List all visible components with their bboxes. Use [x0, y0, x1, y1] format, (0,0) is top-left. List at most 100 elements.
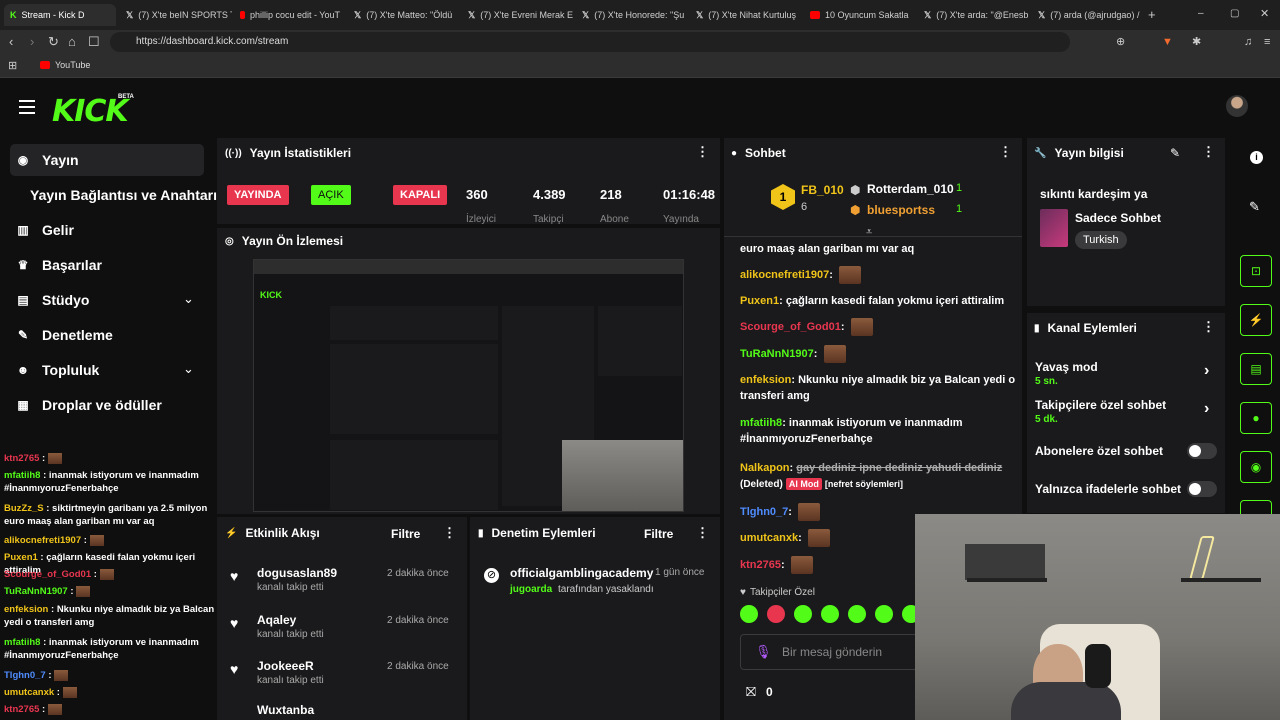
preview-activity — [330, 440, 498, 510]
emote-only-toggle[interactable] — [1187, 481, 1217, 497]
category-name[interactable]: Sadece Sohbet — [1075, 211, 1161, 225]
clip-button[interactable]: ⊡ — [1240, 255, 1272, 287]
chevron-down-icon[interactable]: ⌄ — [183, 291, 194, 307]
hamburger-menu-icon[interactable] — [19, 100, 35, 114]
followers-only-label[interactable]: Takipçilere özel sohbet — [1035, 398, 1166, 412]
mic-icon[interactable]: 🎙 — [755, 644, 772, 660]
zoom-icon[interactable]: ⊕ — [1116, 34, 1125, 50]
extensions-icon[interactable]: ✱ — [1192, 34, 1201, 50]
tab-youtube-1[interactable]: phillip cocu edit - YouT — [234, 4, 346, 26]
activity-menu-icon[interactable]: ⋮ — [443, 526, 456, 539]
back-icon[interactable]: ‹ — [9, 34, 13, 50]
open-badge[interactable]: AÇIK — [311, 185, 351, 205]
chat-username[interactable]: Puxen1 — [740, 295, 779, 307]
close-window-icon[interactable]: ✕ — [1260, 7, 1269, 20]
gift-box-icon[interactable]: ⛝ — [746, 684, 756, 700]
emote-button[interactable] — [740, 605, 758, 623]
edit-icon[interactable]: ✎ — [1170, 146, 1180, 160]
emote-button[interactable] — [875, 605, 893, 623]
pencil-icon[interactable]: ✎ — [1249, 199, 1260, 215]
chevron-right-icon[interactable]: › — [1204, 400, 1209, 418]
reload-icon[interactable]: ↻ — [48, 34, 59, 50]
chat-username[interactable]: enfeksion — [740, 374, 791, 386]
sidebar-item-basarilar[interactable]: ♛ Başarılar — [16, 257, 102, 273]
chevron-down-icon[interactable]: ⌄ — [183, 361, 194, 377]
kick-logo[interactable]: KICK — [52, 94, 129, 129]
chat-username[interactable]: mfatiih8 — [740, 417, 782, 429]
stats-menu-icon[interactable]: ⋮ — [696, 145, 709, 158]
tab-x-7[interactable]: 𝕏 (7) arda (@ajrudgao) / — [1032, 4, 1144, 26]
sidebar-item-gelir[interactable]: ▥ Gelir — [16, 222, 74, 238]
minimize-icon[interactable]: – — [1198, 8, 1204, 19]
chat-username[interactable]: Nalkapon — [740, 462, 790, 474]
subs-only-toggle[interactable] — [1187, 443, 1217, 459]
chat-username[interactable]: Scourge_of_God01 — [740, 321, 841, 333]
maximize-icon[interactable]: ▢ — [1230, 8, 1239, 19]
sidebar-item-studyo[interactable]: ▤ Stüdyo — [16, 292, 89, 308]
category-thumbnail[interactable] — [1040, 209, 1068, 247]
channel-actions-menu-icon[interactable]: ⋮ — [1202, 320, 1215, 333]
menu-icon[interactable]: ≡ — [1264, 34, 1270, 50]
moderation-filter-button[interactable]: Filtre — [644, 527, 673, 541]
sidebar-item-yayin[interactable]: ◉ Yayın — [16, 152, 79, 168]
tab-x-2[interactable]: 𝕏 (7) X'te Matteo: "Öldü — [348, 4, 460, 26]
emote — [807, 529, 830, 547]
closed-badge[interactable]: KAPALI — [393, 185, 448, 205]
new-tab-button[interactable]: + — [1148, 7, 1156, 22]
chat-username[interactable]: TuRaNnN1907 — [740, 348, 814, 360]
activity-user[interactable]: Aqaley — [257, 613, 296, 627]
sidebar-item-stream-key[interactable]: Yayın Bağlantısı ve Anahtarı — [30, 187, 217, 203]
emote-button[interactable] — [767, 605, 785, 623]
tab-kick-stream[interactable]: K Stream - Kick D — [4, 4, 116, 26]
bolt-button[interactable]: ⚡ — [1240, 304, 1272, 336]
apps-icon[interactable]: ⊞ — [8, 59, 17, 72]
activity-user[interactable]: dogusaslan89 — [257, 566, 337, 580]
brave-shield-icon[interactable]: ▼ — [1162, 34, 1173, 50]
camera-button[interactable] — [1240, 500, 1272, 514]
user-avatar[interactable] — [1226, 95, 1248, 117]
activity-user[interactable]: Wuxtanba — [257, 704, 314, 714]
emote-button[interactable] — [821, 605, 839, 623]
x-icon: 𝕏 — [582, 9, 590, 20]
notes-button[interactable]: ▤ — [1240, 353, 1272, 385]
forward-icon[interactable]: › — [30, 34, 34, 50]
tab-youtube-2[interactable]: 10 Oyuncum Sakatla — [804, 4, 916, 26]
tab-x-5[interactable]: 𝕏 (7) X'te Nihat Kurtuluş — [690, 4, 802, 26]
tab-x-3[interactable]: 𝕏 (7) X'te Evreni Merak E — [462, 4, 574, 26]
activity-user[interactable]: JookeeeR — [257, 659, 314, 673]
moderation-user[interactable]: officialgamblingacademy — [510, 566, 653, 580]
sidebar-item-topluluk[interactable]: ☻ Topluluk — [16, 362, 100, 378]
tab-x-1[interactable]: 𝕏 (7) X'te beIN SPORTS T — [120, 4, 232, 26]
sidebar-item-droplar[interactable]: ▦ Droplar ve ödüller — [16, 397, 161, 413]
pin-chevron-icon[interactable]: ⩡ — [866, 226, 872, 239]
top-gifter-3[interactable]: bluesportss — [867, 203, 935, 217]
slow-mode-label[interactable]: Yavaş mod — [1035, 360, 1098, 374]
chat-menu-icon[interactable]: ⋮ — [999, 145, 1012, 158]
tab-x-6[interactable]: 𝕏 (7) X'te arda: "@Enesb — [918, 4, 1030, 26]
top-gifter-2[interactable]: Rotterdam_010 — [867, 182, 954, 196]
activity-item-clipped: Wuxtanba — [230, 704, 460, 714]
activity-filter-button[interactable]: Filtre — [391, 527, 420, 541]
home-icon[interactable]: ⌂ — [68, 34, 76, 50]
media-icon[interactable]: ♫ — [1244, 34, 1252, 50]
chat-username[interactable]: umutcanxk — [740, 532, 798, 544]
chat-username[interactable]: Tlghn0_7 — [740, 506, 788, 518]
top-gifter-1[interactable]: FB_010 — [801, 183, 844, 197]
chevron-right-icon[interactable]: › — [1204, 362, 1209, 380]
chat-button[interactable]: ● — [1240, 402, 1272, 434]
bookmark-youtube[interactable]: YouTube — [40, 60, 90, 70]
emote-button[interactable] — [848, 605, 866, 623]
chat-username[interactable]: alikocnefreti1907 — [740, 269, 829, 281]
stream-preview-video[interactable]: KICK — [253, 259, 684, 512]
tab-x-4[interactable]: 𝕏 (7) X'te Honorede: "Şu — [576, 4, 688, 26]
chat-username[interactable]: ktn2765 — [740, 559, 781, 571]
stream-info-menu-icon[interactable]: ⋮ — [1202, 145, 1215, 158]
moderation-menu-icon[interactable]: ⋮ — [696, 526, 709, 539]
moderator-name[interactable]: jugoarda — [510, 584, 552, 595]
broadcast-button[interactable]: ◉ — [1240, 451, 1272, 483]
emote-button[interactable] — [794, 605, 812, 623]
bookmark-icon[interactable]: ☐ — [88, 34, 100, 50]
sidebar-item-denetleme[interactable]: ✎ Denetleme — [16, 327, 113, 343]
info-icon[interactable]: i — [1250, 151, 1263, 164]
url-field[interactable]: https://dashboard.kick.com/stream — [110, 32, 1070, 52]
